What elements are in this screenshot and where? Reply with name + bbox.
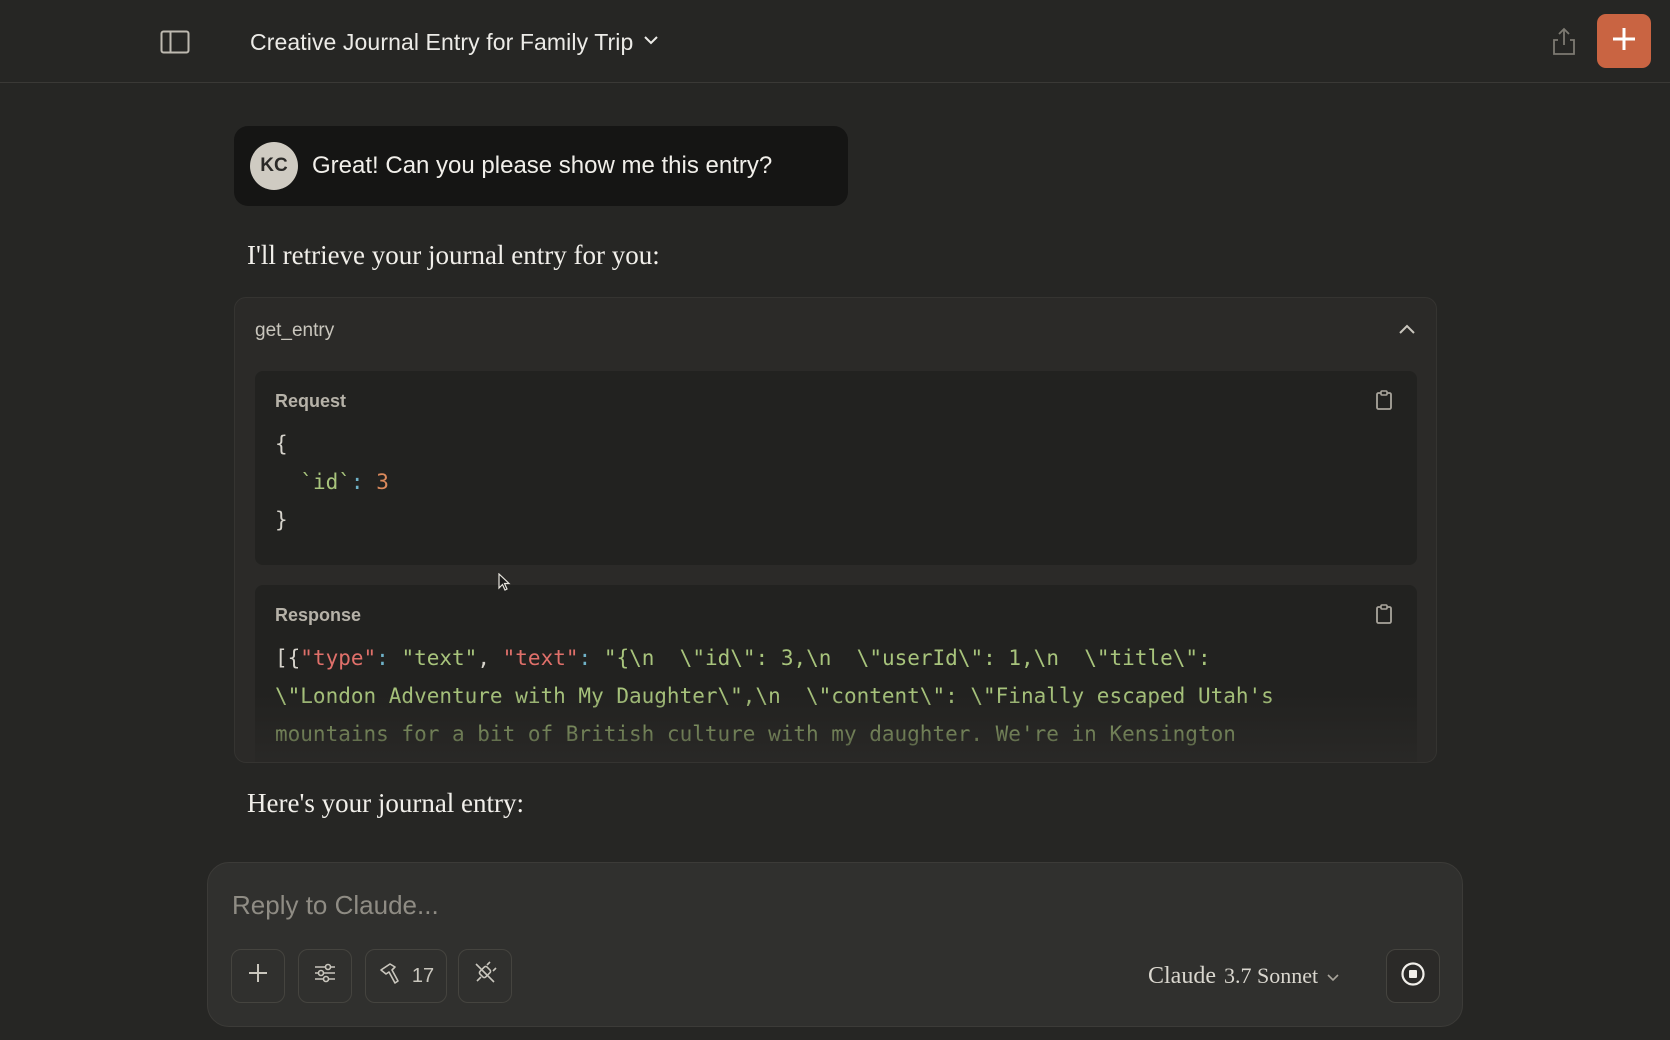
code-brace-open: {	[275, 432, 288, 456]
request-code: { `id`: 3 }	[275, 425, 389, 539]
chat-title: Creative Journal Entry for Family Trip	[250, 28, 634, 55]
response-label: Response	[275, 605, 362, 625]
hammer-icon	[378, 962, 404, 990]
clipboard-icon[interactable]	[1374, 603, 1394, 625]
response-line-1-rest: "{\n \"id\": 3,\n \"userId\": 1,\n \"tit…	[603, 646, 1211, 670]
add-attachment-button[interactable]	[231, 949, 285, 1003]
code-colon: :	[376, 646, 389, 670]
tools-count: 17	[411, 964, 435, 987]
reply-input[interactable]	[232, 885, 1412, 925]
clipboard-icon[interactable]	[1374, 389, 1394, 411]
plug-icon	[473, 961, 497, 991]
user-message: KC Great! Can you please show me this en…	[234, 126, 848, 206]
sliders-icon	[314, 963, 336, 989]
model-name: Claude	[1148, 962, 1216, 989]
request-value: 3	[376, 470, 389, 494]
code-comma: ,	[477, 646, 490, 670]
request-panel: Request { `id`: 3 }	[255, 371, 1417, 565]
tool-name[interactable]: get_entry	[255, 320, 334, 342]
tool-call-block: get_entry Request { `id`: 3 } Response […	[234, 297, 1437, 763]
request-label: Request	[275, 391, 347, 411]
response-type-value: "text"	[401, 646, 478, 670]
assistant-intro-text: I'll retrieve your journal entry for you…	[247, 240, 660, 270]
response-text-key: "text"	[502, 646, 579, 670]
settings-button[interactable]	[298, 949, 352, 1003]
request-key: `id`	[300, 470, 351, 494]
response-line-2: \"London Adventure with My Daughter\",\n…	[275, 684, 1274, 708]
user-message-text: Great! Can you please show me this entry…	[312, 152, 773, 179]
top-bar: Creative Journal Entry for Family Trip	[0, 0, 1670, 83]
stop-button[interactable]	[1386, 949, 1440, 1003]
model-version: 3.7 Sonnet	[1223, 963, 1319, 988]
chat-title-dropdown[interactable]: Creative Journal Entry for Family Trip	[250, 26, 659, 58]
response-panel: Response [{"type": "text", "text": "{\n …	[255, 585, 1417, 762]
share-icon[interactable]	[1550, 26, 1578, 56]
model-selector[interactable]: Claude 3.7 Sonnet	[1148, 959, 1340, 993]
plus-icon	[1611, 26, 1637, 57]
tools-button[interactable]: 17	[365, 949, 447, 1003]
code-colon: :	[350, 470, 364, 494]
assistant-followup-text: Here's your journal entry:	[247, 788, 525, 818]
chevron-up-icon[interactable]	[1397, 320, 1417, 340]
stop-icon	[1400, 961, 1426, 992]
response-code: [{"type": "text", "text": "{\n \"id\": 3…	[275, 639, 1274, 753]
code-bracket-open: [{	[275, 646, 301, 670]
chevron-down-icon	[1326, 963, 1340, 990]
plus-icon	[247, 962, 269, 990]
code-colon: :	[578, 646, 592, 670]
mouse-cursor-icon	[498, 572, 512, 593]
composer: 17 Claude 3.7 Sonnet	[207, 862, 1463, 1027]
response-type-key: "type"	[300, 646, 377, 670]
response-line-3: mountains for a bit of British culture w…	[275, 722, 1236, 746]
new-chat-button[interactable]	[1597, 14, 1651, 68]
sidebar-toggle-icon[interactable]	[160, 30, 190, 54]
avatar: KC	[250, 142, 298, 190]
code-brace-close: }	[275, 508, 288, 532]
chevron-down-icon	[643, 33, 659, 51]
integrations-button[interactable]	[458, 949, 512, 1003]
